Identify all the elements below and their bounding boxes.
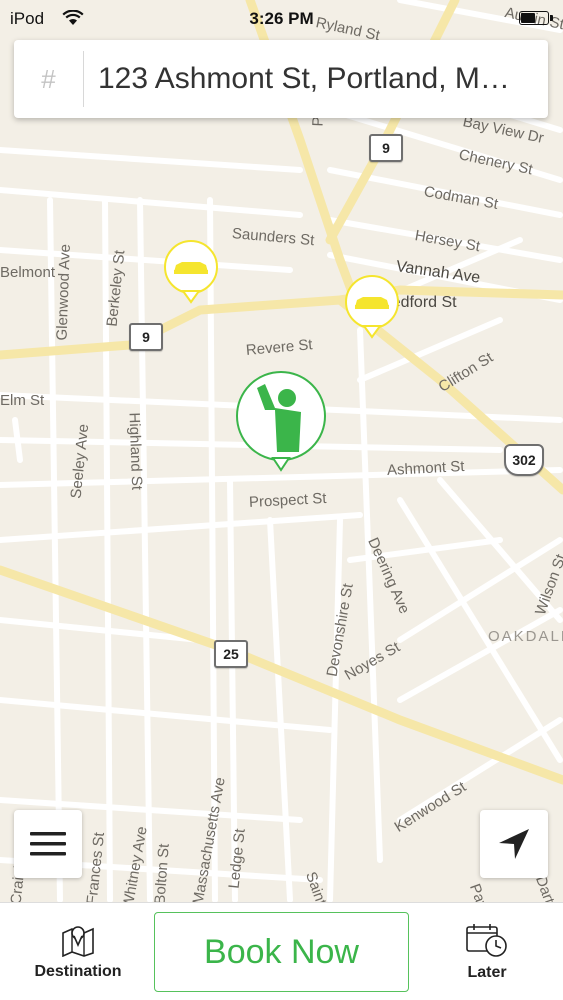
status-bar: iPod 3:26 PM bbox=[0, 0, 563, 36]
destination-label: Destination bbox=[34, 963, 122, 980]
battery-icon bbox=[519, 11, 553, 25]
map-pin-icon bbox=[62, 926, 94, 957]
route-shield: 9 bbox=[369, 134, 403, 162]
location-arrow-icon bbox=[499, 829, 529, 859]
map-view[interactable]: Ryland St Austin St Bay View Dr Chenery … bbox=[0, 0, 563, 902]
clock-label: 3:26 PM bbox=[249, 9, 314, 28]
book-now-button[interactable]: Book Now bbox=[154, 912, 409, 992]
hamburger-menu-icon bbox=[30, 832, 66, 856]
street-label: Belmont bbox=[0, 264, 56, 281]
route-shield: 9 bbox=[129, 323, 163, 351]
taxi-marker[interactable] bbox=[343, 275, 401, 339]
pickup-address-text[interactable]: 123 Ashmont St, Portland, M… bbox=[98, 62, 538, 96]
locate-me-button[interactable] bbox=[480, 810, 548, 878]
route-shield: 25 bbox=[214, 640, 248, 668]
destination-button[interactable]: Destination bbox=[20, 903, 136, 1000]
route-shield: 302 bbox=[504, 444, 544, 476]
later-label: Later bbox=[467, 964, 507, 981]
book-later-button[interactable]: Later bbox=[437, 903, 537, 1000]
street-label: Glenwood Ave bbox=[53, 243, 74, 341]
pickup-address-field[interactable]: # 123 Ashmont St, Portland, M… bbox=[14, 40, 548, 118]
taxi-marker[interactable] bbox=[162, 240, 220, 304]
calendar-clock-icon bbox=[466, 924, 507, 957]
bottom-action-bar: Destination Book Now Later bbox=[0, 902, 563, 1000]
neighborhood-label: OAKDALE bbox=[488, 628, 563, 645]
pickup-location-marker[interactable] bbox=[235, 370, 327, 472]
menu-button[interactable] bbox=[14, 810, 82, 878]
street-label: Highland St bbox=[125, 412, 146, 491]
street-label: Elm St bbox=[0, 392, 45, 409]
unit-number-button[interactable]: # bbox=[14, 51, 84, 107]
